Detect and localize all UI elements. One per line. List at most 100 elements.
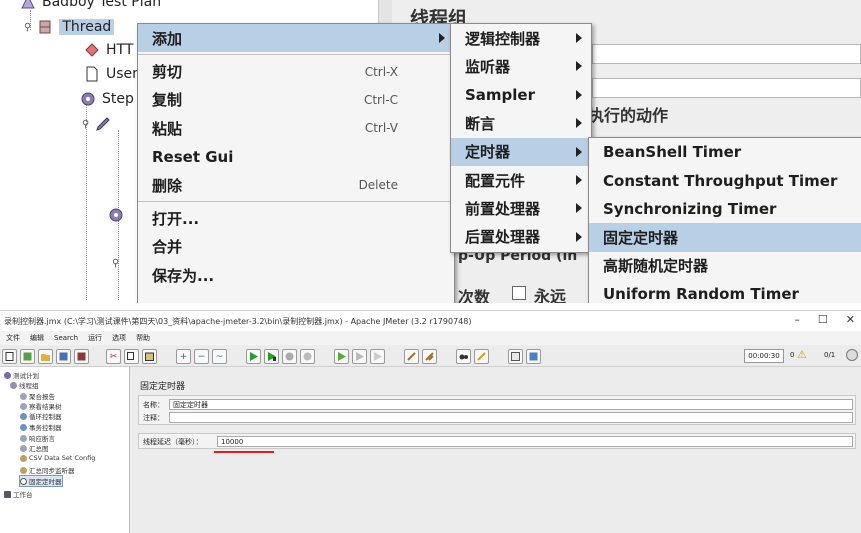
menu-edit[interactable]: 编辑 [30,333,44,343]
tree-node[interactable]: 聚合报告 [20,391,55,401]
menu-item-uniform-random-timer[interactable]: Uniform Random Timer [589,280,861,303]
templates-icon[interactable] [20,349,35,364]
menu-item-merge[interactable]: 合并 [138,233,454,261]
tree-node[interactable]: 汇总同步监听器 [20,465,75,475]
menu-file[interactable]: 文件 [6,333,20,343]
tree-label: 响应断言 [29,435,55,443]
tree-label: 汇总图 [29,445,49,453]
maximize-button[interactable]: ☐ [818,313,828,326]
forever-checkbox[interactable] [512,286,526,300]
tree-node-gear2[interactable] [108,207,124,223]
tree-node-test-plan[interactable]: Badboy Test Plan [20,0,161,10]
expand-all-icon[interactable]: + [176,349,191,364]
shutdown-icon[interactable] [300,349,315,364]
menu-item-beanshell-timer[interactable]: BeanShell Timer [589,138,861,166]
save-icon[interactable] [56,349,71,364]
tree-node-thread-group[interactable]: 线程组 [10,380,39,390]
menu-item-save-as[interactable]: 保存为... [138,261,454,289]
open-icon[interactable] [38,349,53,364]
help-icon[interactable] [526,349,541,364]
menu-run[interactable]: 运行 [88,333,102,343]
jmeter-window: 录制控制器.jmx (C:\学习\测试课件\第四天\03_资料\apache-j… [0,310,861,533]
start-no-pause-icon[interactable] [264,349,279,364]
function-helper-icon[interactable] [508,349,523,364]
menu-item-fixed-timer[interactable]: 固定定时器 [589,223,861,252]
copy-icon[interactable] [124,349,139,364]
menu-shortcut: Ctrl-X [364,64,398,79]
menu-item-pre-processor[interactable]: 前置处理器 [451,194,591,222]
stop-icon[interactable] [282,349,297,364]
cut-icon[interactable]: ✂ [106,349,121,364]
gear-icon [10,381,17,389]
menu-item-timer[interactable]: 定时器 [451,137,591,166]
submenu-arrow-icon [576,118,582,129]
menu-item-add[interactable]: 添加 [138,24,454,53]
menu-search[interactable]: Search [54,334,78,342]
search-icon[interactable] [456,349,471,364]
tree-node[interactable]: 响应断言 [20,433,55,443]
close-button[interactable]: ✕ [846,313,855,326]
tree-node-thread-group[interactable]: ⚲ Thread [24,19,115,35]
clear-icon[interactable] [404,349,419,364]
menu-item-logic-controller[interactable]: 逻辑控制器 [451,24,591,52]
reset-search-icon[interactable] [474,349,489,364]
menu-item-config-element[interactable]: 配置元件 [451,166,591,194]
menu-item-constant-throughput-timer[interactable]: Constant Throughput Timer [589,166,861,194]
menu-options[interactable]: 选项 [112,333,126,343]
tree-node[interactable]: 汇总图 [20,443,49,453]
menu-item-reset-gui[interactable]: Reset Gui [138,143,454,171]
tree-label: Step [102,91,134,107]
save-as-icon[interactable] [74,349,89,364]
name-field[interactable] [592,44,861,64]
assertion-icon [20,434,27,442]
tree-node-http[interactable]: HTT [84,42,133,58]
tree-node-sampler[interactable]: ⚲ [82,116,111,132]
menu-item-synchronizing-timer[interactable]: Synchronizing Timer [589,195,861,223]
tree-expand-icon: ⚲ [112,258,120,269]
tree-node-workbench[interactable]: 工作台 [4,489,33,499]
tree-node-leaf[interactable]: ⚲ [112,258,119,269]
tree-node-fixed-timer[interactable]: 固定定时器 [19,475,63,487]
menu-item-label: Synchronizing Timer [603,199,777,218]
menu-item-delete[interactable]: 删除 Delete [138,171,454,199]
tree-node-user[interactable]: User [84,66,138,82]
tree-node-test-plan[interactable]: 测试计划 [4,370,39,380]
name-comment-box: 名称： 固定定时器 注释： [138,395,856,425]
collapse-all-icon[interactable]: − [194,349,209,364]
menu-item-gaussian-timer[interactable]: 高斯随机定时器 [589,252,861,280]
minimize-button[interactable]: – [794,313,800,326]
menu-item-open[interactable]: 打开... [138,204,454,232]
menu-item-label: 保存为... [152,266,215,285]
menu-item-label: BeanShell Timer [603,143,742,162]
menu-item-assertion[interactable]: 断言 [451,109,591,137]
menu-shortcut: Delete [358,178,398,193]
elapsed-time: 00:00:30 [744,349,784,363]
delay-input[interactable]: 10000 [217,436,853,447]
tree-node[interactable]: 循环控制器 [20,411,62,421]
remote-stop-icon[interactable] [352,349,367,364]
comment-field[interactable] [592,78,861,98]
menu-help[interactable]: 帮助 [136,333,150,343]
remote-exit-icon[interactable] [370,349,385,364]
tree-node-step[interactable]: Step [80,91,134,107]
name-input[interactable]: 固定定时器 [169,399,853,410]
new-icon[interactable] [2,349,17,364]
paste-icon[interactable] [142,349,157,364]
clear-all-icon[interactable] [422,349,437,364]
tree-node[interactable]: CSV Data Set Config [20,454,95,462]
submenu-arrow-icon [576,61,582,72]
menu-item-copy[interactable]: 复制 Ctrl-C [138,86,454,114]
submenu-arrow-icon [439,33,445,43]
tree-node[interactable]: 察看结果树 [20,401,62,411]
comment-input[interactable] [169,412,853,423]
menu-item-cut[interactable]: 剪切 Ctrl-X [138,57,454,85]
menu-item-post-processor[interactable]: 后置处理器 [451,223,591,251]
menu-item-paste[interactable]: 粘贴 Ctrl-V [138,114,454,142]
tree-node[interactable]: 事务控制器 [20,422,62,432]
toggle-icon[interactable]: ~ [212,349,227,364]
warning-icon[interactable]: ⚠ [797,348,807,361]
remote-start-icon[interactable] [334,349,349,364]
start-icon[interactable] [246,349,261,364]
menu-item-sampler[interactable]: Sampler [451,81,591,109]
menu-item-listener[interactable]: 监听器 [451,52,591,80]
